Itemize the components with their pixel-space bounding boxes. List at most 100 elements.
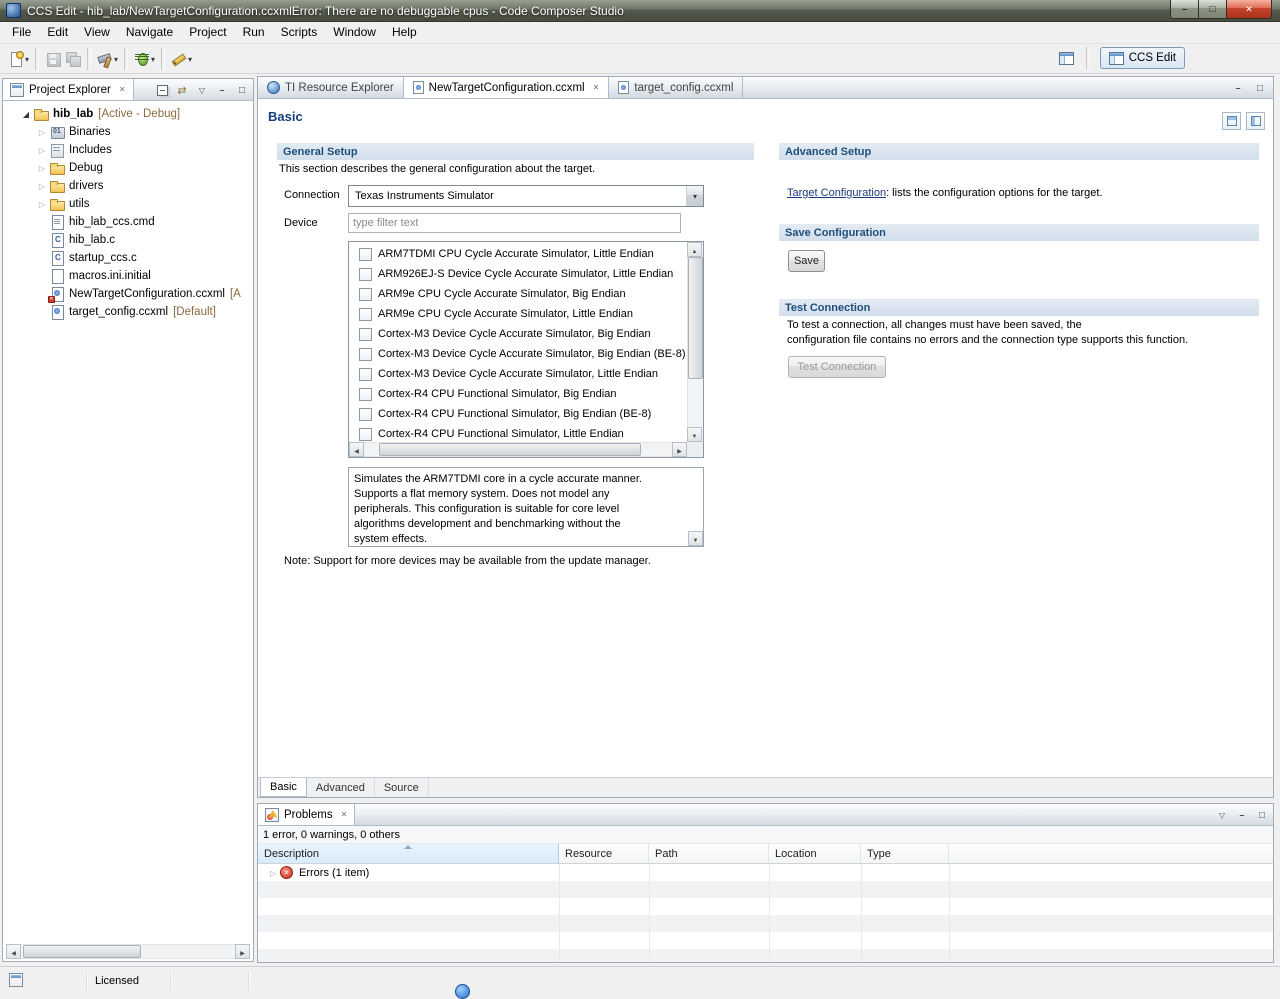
device-list-item[interactable]: Cortex-R4 CPU Functional Simulator, Big … [349, 384, 687, 404]
view-menu-button[interactable] [193, 81, 211, 99]
table-row-errors-group[interactable]: Errors (1 item) [258, 864, 1273, 881]
expander-icon[interactable] [35, 144, 49, 156]
close-tab-icon[interactable] [593, 83, 600, 92]
tree-item-debug[interactable]: Debug [3, 159, 253, 177]
scroll-thumb[interactable] [688, 257, 703, 380]
scroll-down-button[interactable] [688, 531, 703, 546]
expander-icon[interactable] [35, 126, 49, 138]
device-checkbox[interactable] [359, 327, 372, 341]
device-checkbox[interactable] [359, 407, 372, 421]
minimize-button[interactable] [1170, 0, 1199, 19]
tree-item-drivers[interactable]: drivers [3, 177, 253, 195]
device-list[interactable]: ARM7TDMI CPU Cycle Accurate Simulator, L… [348, 241, 704, 458]
device-checkbox[interactable] [359, 287, 372, 301]
perspective-ccs-edit-button[interactable]: CCS Edit [1099, 47, 1185, 69]
menu-view[interactable]: View [76, 22, 118, 43]
scroll-track[interactable] [364, 442, 672, 457]
menu-project[interactable]: Project [181, 22, 234, 43]
device-list-item[interactable]: Cortex-R4 CPU Functional Simulator, Litt… [349, 424, 687, 442]
link-with-editor-button[interactable] [173, 81, 191, 99]
tree-item-macros-ini-initial[interactable]: macros.ini.initial [3, 267, 253, 285]
device-list-item[interactable]: Cortex-R4 CPU Functional Simulator, Big … [349, 404, 687, 424]
tree-item-hib-lab-ccs-cmd[interactable]: hib_lab_ccs.cmd [3, 213, 253, 231]
explorer-hscrollbar[interactable] [6, 944, 250, 959]
menu-file[interactable]: File [4, 22, 39, 43]
minimize-editor-button[interactable] [1229, 79, 1247, 97]
save-button[interactable] [43, 47, 63, 71]
layout-rows-button[interactable] [1246, 112, 1265, 130]
scroll-thumb[interactable] [23, 945, 141, 958]
device-list-item[interactable]: ARM7TDMI CPU Cycle Accurate Simulator, L… [349, 244, 687, 264]
tree-item-hib-lab[interactable]: hib_lab [Active - Debug] [3, 105, 253, 123]
tree-item-includes[interactable]: Includes [3, 141, 253, 159]
save-configuration-button[interactable]: Save [788, 250, 825, 272]
scroll-right-button[interactable] [672, 442, 687, 457]
tree-item-target-config-ccxml[interactable]: target_config.ccxml [Default] [3, 303, 253, 321]
device-description-box[interactable]: Simulates the ARM7TDMI core in a cycle a… [348, 467, 704, 547]
minimize-view-button[interactable] [1233, 806, 1251, 824]
tab-ti-resource-explorer[interactable]: TI Resource Explorer [258, 77, 404, 98]
tree-item-utils[interactable]: utils [3, 195, 253, 213]
tab-target-config-ccxml[interactable]: target_config.ccxml [609, 77, 744, 98]
device-list-item[interactable]: Cortex-M3 Device Cycle Accurate Simulato… [349, 324, 687, 344]
debug-button[interactable] [132, 47, 157, 71]
title-bar[interactable]: CCS Edit - hib_lab/NewTargetConfiguratio… [0, 0, 1280, 22]
menu-scripts[interactable]: Scripts [273, 22, 326, 43]
menu-window[interactable]: Window [325, 22, 384, 43]
open-perspective-button[interactable] [1058, 49, 1076, 67]
minimize-view-button[interactable] [213, 81, 231, 99]
connection-combo[interactable]: Texas Instruments Simulator [348, 185, 704, 207]
device-list-item[interactable]: ARM9e CPU Cycle Accurate Simulator, Litt… [349, 304, 687, 324]
tab-source[interactable]: Source [375, 778, 429, 797]
device-filter-input[interactable] [348, 213, 681, 233]
target-configuration-link[interactable]: Target Configuration [787, 187, 886, 199]
scroll-right-button[interactable] [235, 944, 250, 959]
tab-basic[interactable]: Basic [260, 778, 307, 797]
edit-resource-button[interactable] [169, 47, 194, 71]
maximize-view-button[interactable] [233, 81, 251, 99]
scroll-left-button[interactable] [6, 944, 21, 959]
maximize-view-button[interactable] [1253, 806, 1271, 824]
expander-icon[interactable] [19, 108, 33, 120]
column-location[interactable]: Location [769, 844, 861, 863]
project-explorer-tab[interactable]: Project Explorer [3, 79, 134, 100]
maximize-editor-button[interactable] [1251, 79, 1269, 97]
scroll-thumb[interactable] [379, 443, 642, 456]
menu-help[interactable]: Help [384, 22, 425, 43]
chevron-down-icon[interactable] [151, 53, 155, 65]
test-connection-button[interactable]: Test Connection [788, 356, 886, 378]
device-list-item[interactable]: ARM926EJ-S Device Cycle Accurate Simulat… [349, 264, 687, 284]
view-menu-button[interactable] [1213, 806, 1231, 824]
new-button[interactable] [6, 47, 31, 71]
scroll-up-button[interactable] [687, 242, 702, 257]
chevron-down-icon[interactable] [114, 53, 118, 65]
tab-advanced[interactable]: Advanced [307, 778, 375, 797]
problems-tab[interactable]: Problems [258, 804, 356, 825]
column-path[interactable]: Path [649, 844, 769, 863]
combo-dropdown-button[interactable] [686, 186, 703, 206]
maximize-button[interactable] [1199, 0, 1227, 19]
device-checkbox[interactable] [359, 427, 372, 441]
scroll-track[interactable] [687, 257, 703, 427]
device-checkbox[interactable] [359, 387, 372, 401]
device-list-item[interactable]: Cortex-M3 Device Cycle Accurate Simulato… [349, 344, 687, 364]
column-description[interactable]: Description [258, 844, 559, 863]
layout-columns-button[interactable] [1222, 112, 1241, 130]
tree-item-newtargetconfiguration-ccxml[interactable]: NewTargetConfiguration.ccxml [A [3, 285, 253, 303]
close-view-icon[interactable] [119, 85, 126, 94]
scroll-down-button[interactable] [687, 427, 702, 442]
device-checkbox[interactable] [359, 247, 372, 261]
close-view-icon[interactable] [341, 810, 348, 819]
save-all-button[interactable] [63, 47, 83, 71]
tree-item-hib-lab-c[interactable]: hib_lab.c [3, 231, 253, 249]
menu-navigate[interactable]: Navigate [118, 22, 181, 43]
fast-view-icon[interactable] [9, 973, 23, 987]
expander-icon[interactable] [35, 162, 49, 174]
chevron-down-icon[interactable] [188, 53, 192, 65]
build-button[interactable] [95, 47, 120, 71]
expander-icon[interactable] [35, 180, 49, 192]
device-list-item[interactable]: Cortex-M3 Device Cycle Accurate Simulato… [349, 364, 687, 384]
tab-newtargetconfiguration-ccxml[interactable]: NewTargetConfiguration.ccxml [403, 77, 610, 98]
menu-run[interactable]: Run [235, 22, 273, 43]
expander-icon[interactable] [266, 867, 280, 879]
